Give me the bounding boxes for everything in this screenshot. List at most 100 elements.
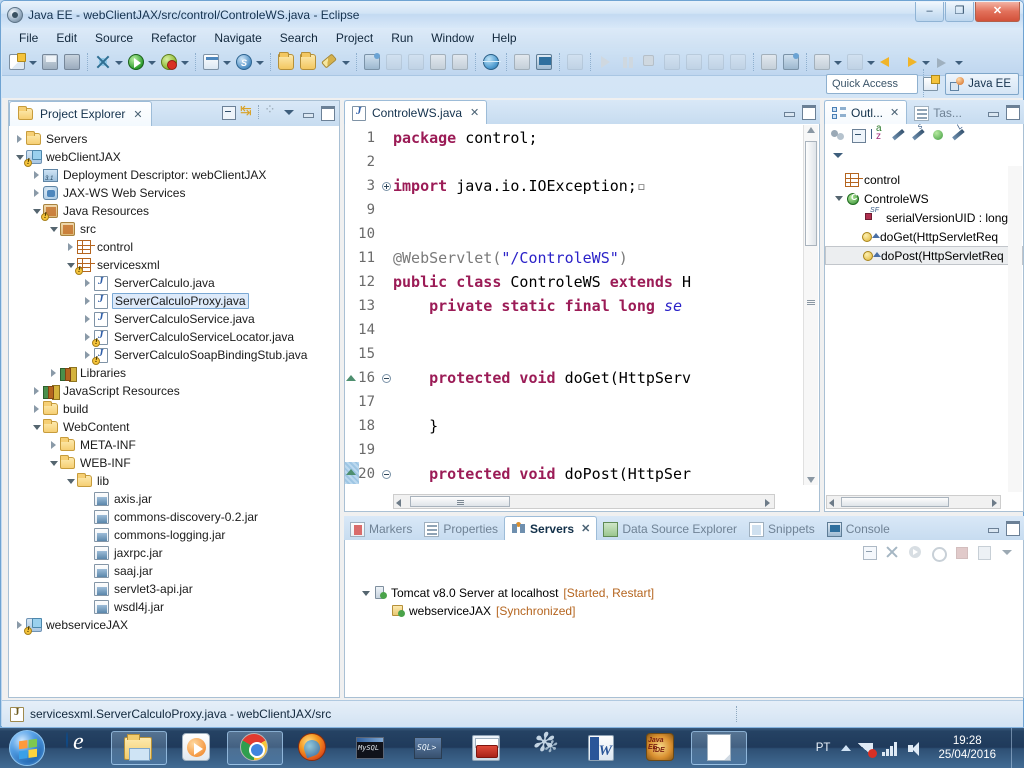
outline-vertical-scrollbar[interactable] [1008,166,1022,492]
minimize-view-icon[interactable] [300,104,316,120]
close-icon[interactable]: ✕ [890,106,899,119]
tree-item-servercalculosoapbindingstub-java[interactable]: ServerCalculoSoapBindingStub.java [9,346,339,365]
start-button[interactable] [2,729,52,768]
code-line[interactable]: 12 public class ControleWS extends H [345,270,803,294]
last-edit-dropdown-arrow[interactable] [833,52,842,72]
new-wizard-button[interactable] [7,52,27,72]
taskbar-item-internet-explorer[interactable] [53,731,109,765]
taskbar-item-sql-console[interactable] [401,731,457,765]
tree-item-servicesxml[interactable]: servicesxml [9,256,339,275]
forward-history-button[interactable] [900,52,920,72]
expand-toggle-icon[interactable] [47,364,60,382]
view-menu-icon[interactable] [281,104,297,120]
outline-item-controlews[interactable]: ControleWS [825,189,1023,208]
menu-refactor[interactable]: Refactor [142,29,205,47]
clock[interactable]: 19:28 25/04/2016 [932,734,1002,762]
save-all-button[interactable] [62,52,82,72]
volume-icon[interactable] [907,741,925,756]
close-icon[interactable]: ✕ [470,106,479,119]
taskbar-item-windows-explorer[interactable] [111,731,167,765]
tree-item-build[interactable]: build [9,400,339,418]
server-tree-item[interactable]: webserviceJAX [Synchronized] [345,602,1023,620]
clear-marks-button[interactable] [384,52,404,72]
maximize-view-icon[interactable] [319,104,335,121]
back-history-button[interactable] [878,52,898,72]
outline-view-menu-icon[interactable] [830,147,846,163]
skip-breakpoints-button[interactable] [565,52,585,72]
last-edit-location-button[interactable] [812,52,832,72]
code-line[interactable]: 13 private static final long se [345,294,803,318]
taskbar-item-mozilla-firefox[interactable] [285,731,341,765]
expand-toggle-icon[interactable] [47,436,60,454]
taskbar-item-document-window[interactable] [691,731,747,765]
save-button[interactable] [40,52,60,72]
open-browser-button[interactable] [481,52,501,72]
open-type-button[interactable] [276,51,296,72]
forward-dropdown-arrow[interactable] [954,52,963,72]
minimize-editor-icon[interactable] [781,103,797,119]
taskbar-item-settings-app[interactable] [517,727,573,765]
servers-view-menu-icon[interactable] [999,544,1015,560]
expand-toggle-icon[interactable] [47,454,60,472]
next-edit-location-button[interactable] [845,52,865,72]
new-web-project-button[interactable] [201,52,221,72]
outline-horizontal-scrollbar[interactable] [826,495,1001,509]
fold-toggle-icon[interactable] [379,179,393,193]
show-hidden-icons-icon[interactable] [841,742,851,754]
tab-snippets[interactable]: Snippets [743,518,821,540]
expand-toggle-icon[interactable] [30,400,43,418]
web-dropdown-arrow[interactable] [222,52,231,72]
menu-source[interactable]: Source [86,29,142,47]
hide-fields-icon[interactable] [887,124,910,147]
code-line[interactable]: 10 [345,222,803,246]
debug-button[interactable] [93,52,113,72]
expand-toggle-icon[interactable] [64,238,77,256]
edit-button[interactable] [320,52,340,72]
taskbar-item-windows-media-player[interactable] [169,731,225,765]
tree-item-webclientjax[interactable]: webClientJAX [9,148,339,167]
expand-toggle-icon[interactable] [30,166,43,184]
tree-item-java-resources[interactable]: Java Resources [9,202,339,221]
outline-tree[interactable]: control ControleWSSF serialVersionUID : lo… [825,164,1023,504]
run-on-server-dropdown-arrow[interactable] [180,52,189,72]
tab-controlews-java[interactable]: ControleWS.java ✕ [344,100,488,124]
edit-dropdown-arrow[interactable] [341,52,350,72]
next-edit-dropdown-arrow[interactable] [866,52,875,72]
minimize-panel-icon[interactable] [985,519,1001,535]
tree-item-webcontent[interactable]: WebContent [9,418,339,436]
code-line[interactable]: 14 [345,318,803,342]
taskbar-item-toolbox-app[interactable] [459,731,515,765]
tree-item-lib[interactable]: lib [9,472,339,490]
code-line[interactable]: 11 @WebServlet("/ControleWS") [345,246,803,270]
menu-file[interactable]: File [10,29,47,47]
expand-toggle-icon[interactable] [30,418,43,436]
taskbar-item-eclipse-java-ee-ide[interactable] [633,731,689,765]
expand-toggle-icon[interactable] [30,382,43,400]
code-line[interactable]: 17 [345,390,803,414]
expand-toggle-icon[interactable] [81,292,94,310]
tab-data-source-explorer[interactable]: Data Source Explorer [597,518,743,540]
step-into-button[interactable] [662,52,682,72]
toggle-whitespace-button[interactable] [450,52,470,72]
tab-servers[interactable]: Servers ✕ [504,516,598,540]
search-button[interactable] [406,52,426,72]
tree-item-servlet3-api-jar[interactable]: servlet3-api.jar [9,580,339,598]
outline-item-control[interactable]: control [825,170,1023,189]
tab-outline[interactable]: Outl... ✕ [824,100,908,124]
run-dropdown-arrow[interactable] [147,52,156,72]
collapse-all-icon[interactable] [861,544,877,560]
maximize-editor-icon[interactable] [800,103,816,120]
outline-hscroll-thumb[interactable] [841,497,949,507]
language-indicator[interactable]: PT [812,742,835,754]
tree-item-servercalculoproxy-java[interactable]: ServerCalculoProxy.java [9,292,339,310]
code-text[interactable]: 1 package control; 2 3 import java.io.IOExce… [345,126,803,488]
run-on-server-button[interactable] [159,52,179,72]
editor-hscroll-thumb[interactable] [410,496,510,507]
project-tree[interactable]: Servers webClientJAX Deployment Descriptor… [9,126,339,696]
open-resource-button[interactable] [298,51,318,72]
minimize-outline-icon[interactable] [985,103,1001,119]
collapse-all-icon[interactable] [220,104,236,120]
tab-console[interactable]: Console [821,518,896,540]
server-dropdown-arrow[interactable] [255,52,264,72]
code-line[interactable]: 20 protected void doPost(HttpSer [345,462,803,486]
